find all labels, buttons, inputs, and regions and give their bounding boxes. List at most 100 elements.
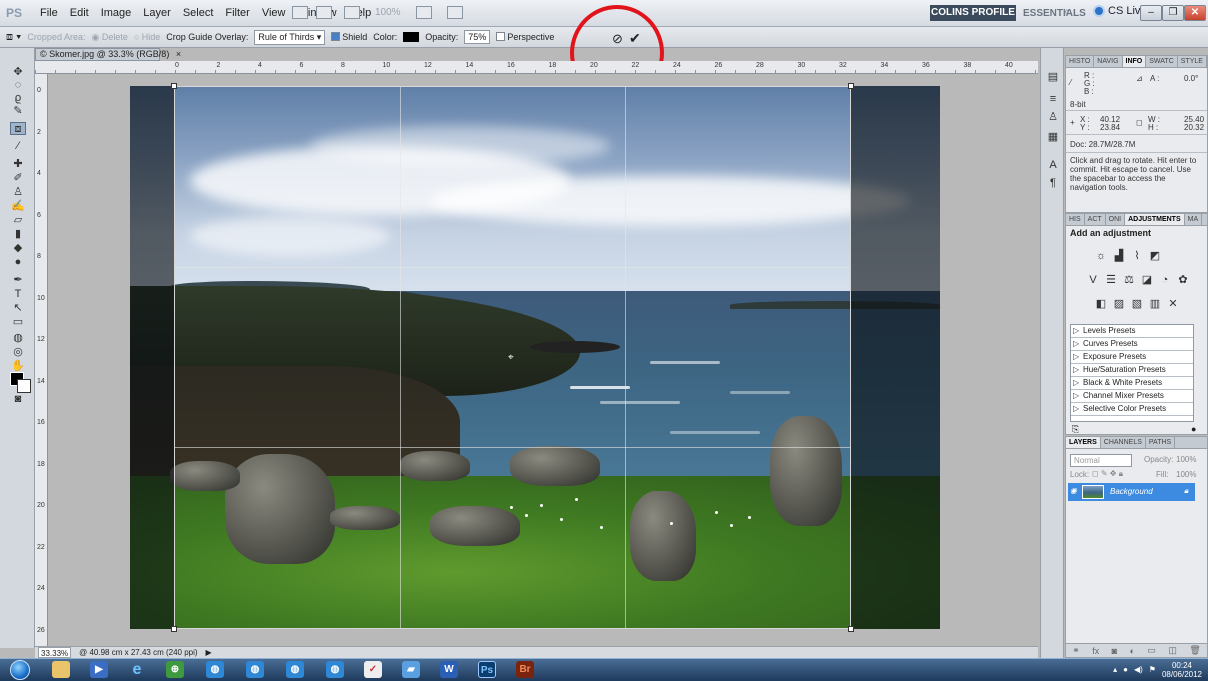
tab-history[interactable]: HIS [1066,214,1085,225]
app-taskbar-icon[interactable]: ◍ [326,661,344,678]
crop-center-pivot-icon[interactable]: ⌖ [508,352,514,363]
crop-handle-bottom-right[interactable] [848,626,854,632]
brush-tool-icon[interactable]: ✐ [10,172,26,185]
tab-layers[interactable]: LAYERS [1066,437,1101,448]
folder-taskbar-icon[interactable]: ▰ [402,661,420,678]
type-tool-icon[interactable]: T [10,288,26,301]
bridge-taskbar-icon[interactable]: Br [516,661,534,678]
ruler-horizontal[interactable]: 0246810121416182022242628303234363840424… [35,61,1096,74]
marquee-tool-icon[interactable]: ◌ [10,79,26,92]
tab-paths[interactable]: PATHS [1146,437,1176,448]
tray-arrow-icon[interactable]: ▴ [1113,665,1117,674]
healing-brush-tool-icon[interactable]: ✚ [10,158,26,171]
actions-panel-icon[interactable]: ▦ [1046,130,1060,144]
view-mode-icon[interactable]: ● [1191,424,1196,434]
eraser-tool-icon[interactable]: ▱ [10,214,26,227]
tray-flag-icon[interactable]: ⚑ [1149,665,1156,674]
layer-opacity-value[interactable]: 100% [1176,455,1196,464]
clone-source-panel-icon[interactable]: ♙ [1046,110,1060,124]
zoom-level-menu[interactable]: 100% [375,7,401,18]
shield-color-swatch[interactable] [403,32,420,42]
layer-background[interactable]: ◉ Background 🔒︎ [1068,483,1195,501]
tray-network-icon[interactable]: ● [1123,665,1128,674]
launch-mini-bridge-icon[interactable] [316,6,332,19]
histogram-panel-icon[interactable]: ▤ [1046,70,1060,84]
path-selection-tool-icon[interactable]: ↖ [10,302,26,315]
photo-filter-icon[interactable]: ◔ [1158,274,1172,286]
app-taskbar-icon[interactable]: ◍ [206,661,224,678]
quick-select-tool-icon[interactable]: ✎ [10,105,26,118]
notes-taskbar-icon[interactable]: ✓ [364,661,382,678]
character-panel-icon[interactable]: A [1046,158,1060,172]
photoshop-taskbar-icon[interactable]: Ps [478,661,496,678]
arrange-documents-icon[interactable] [416,6,432,19]
preset-curves[interactable]: Curves Presets [1071,338,1193,351]
posterize-icon[interactable]: ▨ [1112,298,1126,310]
blur-tool-icon[interactable]: ◆ [10,242,26,255]
vibrance-icon[interactable]: V [1086,274,1100,286]
workspace-more-button[interactable]: » [1063,6,1069,18]
tab-info[interactable]: INFO [1122,56,1147,67]
hide-radio[interactable]: ○ Hide [134,32,160,42]
blend-mode-select[interactable]: Normal [1070,454,1132,467]
clock[interactable]: 00:24 08/06/2012 [1162,661,1202,679]
preset-levels[interactable]: Levels Presets [1071,325,1193,338]
crop-handle-bottom-left[interactable] [171,626,177,632]
launch-bridge-icon[interactable] [292,6,308,19]
levels-icon[interactable]: ▟ [1112,250,1126,262]
tab-navigator[interactable]: NAVIG [1094,56,1123,67]
preset-black-white[interactable]: Black & White Presets [1071,377,1193,390]
dodge-tool-icon[interactable]: ● [10,256,26,269]
restore-button[interactable]: ❐ [1162,5,1184,21]
word-taskbar-icon[interactable]: W [440,661,458,678]
crop-tool-preset-icon[interactable]: ⧈ ▾ [6,31,21,44]
fill-value[interactable]: 100% [1176,470,1196,479]
screen-mode-icon[interactable] [447,6,463,19]
shield-checkbox[interactable]: Shield [331,32,367,42]
new-adjustment-layer-icon[interactable]: ◐ [1130,646,1135,656]
history-brush-tool-icon[interactable]: ✍ [10,200,26,213]
opacity-input[interactable]: 75% [464,30,491,44]
layer-mask-icon[interactable]: ◙ [1112,646,1117,656]
crop-guide-select[interactable]: Rule of Thirds ▾ [254,29,326,45]
workspace-colins-profile[interactable]: COLINS PROFILE [930,5,1016,21]
document-tab[interactable]: © Skomer.jpg @ 33.3% (RGB/8) × [35,48,181,61]
3d-rotate-tool-icon[interactable]: ◍ [10,332,26,345]
brush-panel-icon[interactable]: ≡ [1046,92,1060,106]
curves-icon[interactable]: ⌇ [1130,250,1144,262]
menu-filter[interactable]: Filter [219,7,255,19]
menu-layer[interactable]: Layer [137,7,177,19]
preset-selective-color[interactable]: Selective Color Presets [1071,403,1193,416]
crop-tool-icon[interactable]: ⧈ [10,122,26,135]
clip-to-layer-icon[interactable]: ⎘ [1072,424,1079,435]
tray-volume-icon[interactable]: ◀) [1134,665,1143,674]
channel-mixer-icon[interactable]: ✿ [1176,274,1190,286]
menu-view[interactable]: View [256,7,292,19]
minimize-button[interactable]: – [1140,5,1162,21]
media-player-taskbar-icon[interactable]: ▶ [90,661,108,678]
tab-onion[interactable]: ONI [1106,214,1126,225]
color-swatches[interactable] [10,372,34,396]
tab-actions[interactable]: ACT [1085,214,1106,225]
delete-radio[interactable]: ◉ Delete [91,32,127,43]
close-button[interactable]: ✕ [1184,5,1206,21]
selective-color-icon[interactable]: ✕ [1166,298,1180,310]
eyedropper-tool-icon[interactable]: ⁄ [10,140,26,153]
ruler-vertical[interactable]: 0 2 4 6 8 10 12 14 16 18 20 22 24 26 [35,74,48,646]
layer-style-icon[interactable]: fx [1092,646,1099,656]
menu-edit[interactable]: Edit [64,7,95,19]
hue-saturation-icon[interactable]: ☰ [1104,274,1118,286]
new-layer-icon[interactable]: ◫ [1168,645,1177,656]
perspective-checkbox[interactable]: Perspective [496,32,554,42]
tab-adjustments[interactable]: ADJUSTMENTS [1125,214,1185,225]
status-menu-arrow-icon[interactable]: ▶ [206,647,212,658]
lasso-tool-icon[interactable]: ϱ [10,92,26,105]
layer-visibility-eye-icon[interactable]: ◉ [1070,486,1077,495]
gradient-map-icon[interactable]: ▥ [1148,298,1162,310]
tab-masks[interactable]: MA [1185,214,1203,225]
tab-styles[interactable]: STYLE [1178,56,1207,67]
app-taskbar-icon[interactable]: ◍ [246,661,264,678]
tab-histogram[interactable]: HISTO [1066,56,1095,67]
threshold-icon[interactable]: ▧ [1130,298,1144,310]
brightness-contrast-icon[interactable]: ☼ [1094,250,1108,262]
